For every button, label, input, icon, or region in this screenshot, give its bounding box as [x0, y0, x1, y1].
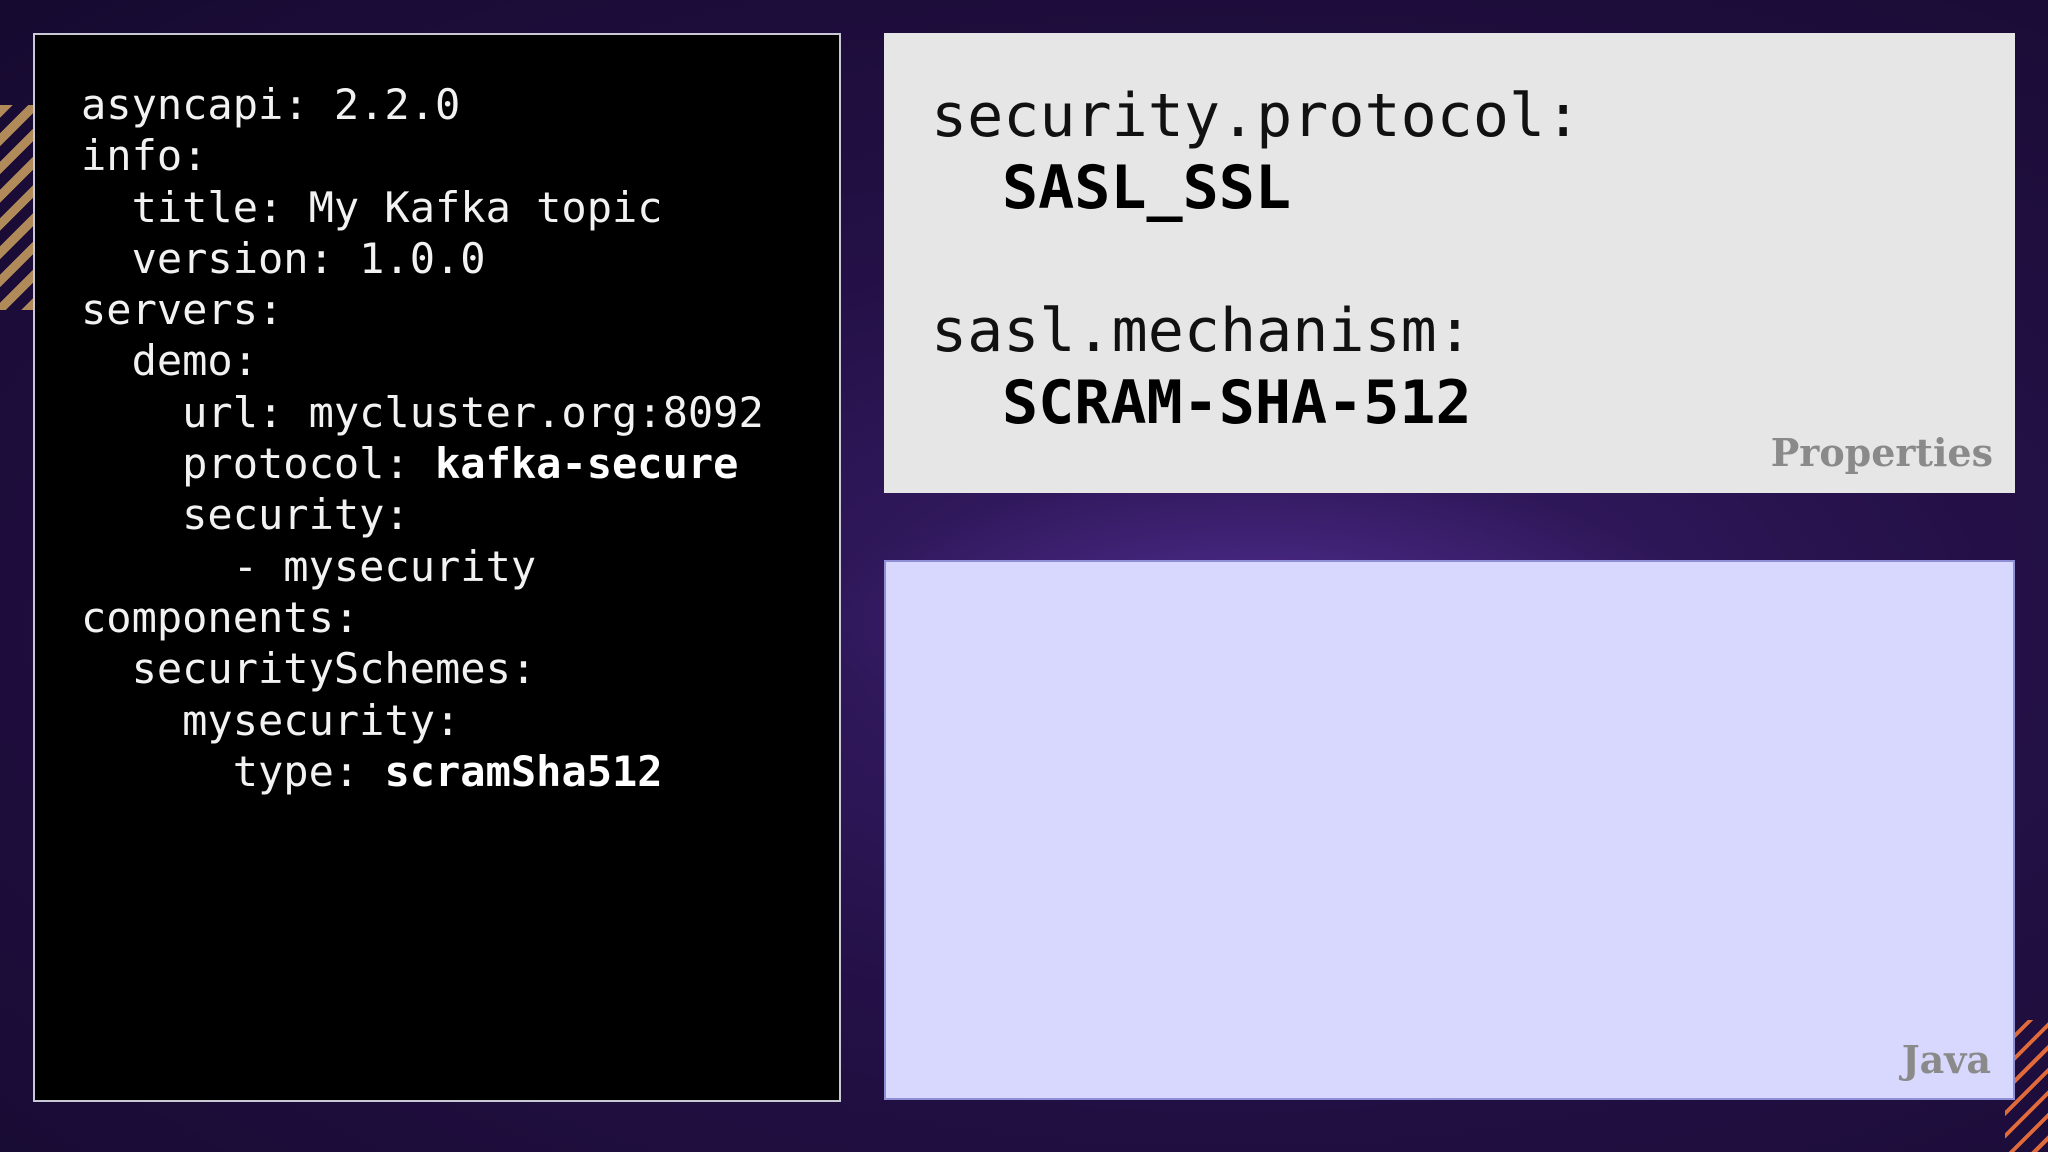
yaml-line: url: mycluster.org:8092 — [81, 387, 764, 437]
java-panel: Java — [884, 560, 2015, 1100]
decorative-stripes-left — [0, 105, 33, 310]
yaml-code-block: asyncapi: 2.2.0 info: title: My Kafka to… — [81, 79, 764, 797]
asyncapi-yaml-panel: asyncapi: 2.2.0 info: title: My Kafka to… — [33, 33, 841, 1102]
security-protocol-key: security.protocol: — [931, 81, 1582, 151]
yaml-line: servers: — [81, 285, 284, 335]
yaml-line: info: — [81, 131, 208, 181]
yaml-line: type: scramSha512 — [81, 746, 663, 796]
java-tag: Java — [1901, 1037, 1991, 1082]
yaml-line: securitySchemes: — [81, 644, 537, 694]
yaml-line: title: My Kafka topic — [81, 182, 663, 232]
yaml-line: - mysecurity — [81, 541, 537, 591]
yaml-line: security: — [81, 490, 410, 540]
type-value: scramSha512 — [384, 746, 663, 796]
sasl-mechanism-key: sasl.mechanism: — [931, 296, 1473, 366]
yaml-line: asyncapi: 2.2.0 — [81, 80, 461, 129]
yaml-line: demo: — [81, 336, 259, 386]
yaml-line: mysecurity: — [81, 695, 461, 745]
protocol-value: kafka-secure — [435, 439, 739, 489]
yaml-line: version: 1.0.0 — [81, 233, 486, 283]
properties-panel: security.protocol: SASL_SSL sasl.mechani… — [884, 33, 2015, 493]
yaml-line: protocol: kafka-secure — [81, 439, 739, 489]
security-protocol-value: SASL_SSL — [1002, 153, 1291, 223]
sasl-mechanism-value: SCRAM-SHA-512 — [1002, 368, 1472, 438]
properties-tag: Properties — [1770, 430, 1993, 475]
yaml-line: components: — [81, 592, 360, 642]
